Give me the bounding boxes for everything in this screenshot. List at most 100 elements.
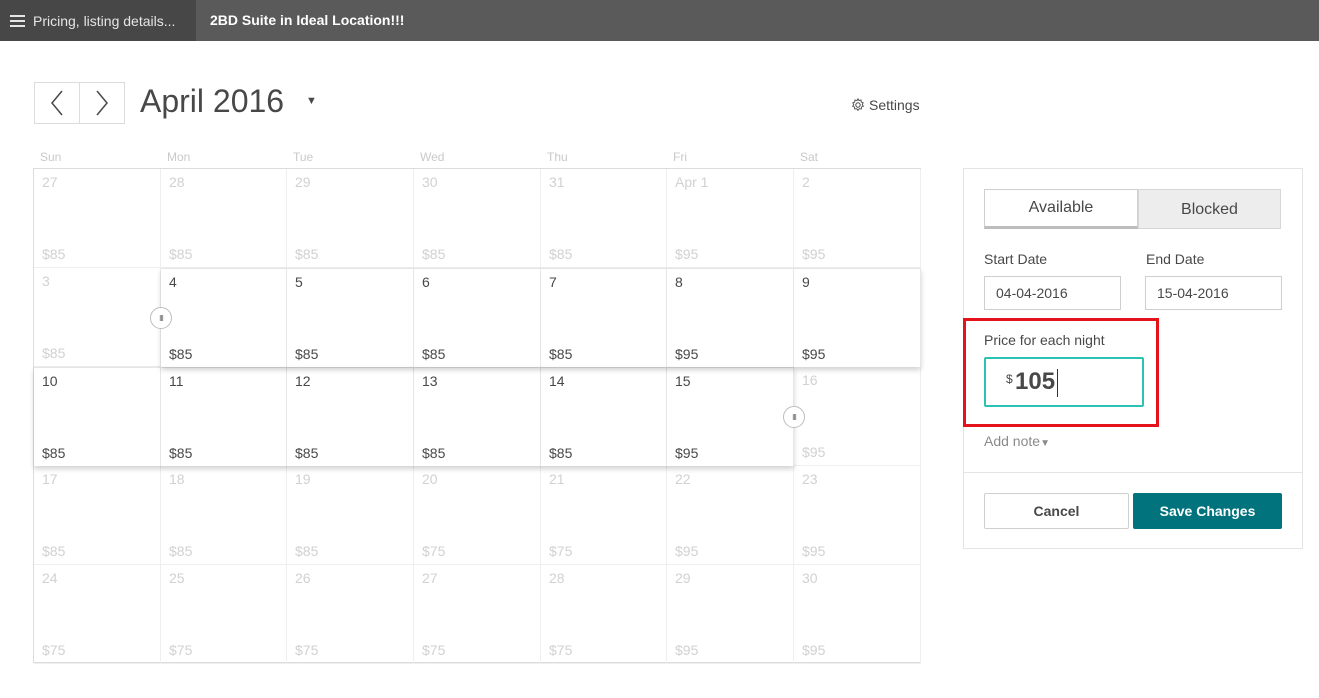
day-price: $75 bbox=[169, 642, 193, 658]
day-number: 11 bbox=[169, 373, 184, 389]
range-start-handle[interactable]: III bbox=[150, 307, 172, 329]
day-number: 8 bbox=[675, 274, 683, 290]
calendar-day[interactable]: 3 $85 bbox=[34, 268, 161, 367]
day-price: $85 bbox=[549, 346, 573, 362]
day-price: $85 bbox=[169, 445, 193, 461]
calendar-day[interactable]: 11 $85 bbox=[161, 367, 287, 466]
calendar-day[interactable]: 22 $95 bbox=[667, 466, 794, 565]
day-number: 6 bbox=[422, 274, 430, 290]
calendar-day[interactable]: 23 $95 bbox=[794, 466, 921, 565]
calendar-day[interactable]: 6 $85 bbox=[414, 268, 541, 367]
top-bar: Pricing, listing details... 2BD Suite in… bbox=[0, 0, 1319, 41]
calendar-day[interactable]: 17 $85 bbox=[34, 466, 161, 565]
caret-down-icon: ▼ bbox=[1040, 438, 1050, 449]
prev-month-button[interactable] bbox=[35, 83, 79, 123]
day-price: $95 bbox=[675, 543, 699, 559]
day-number: 28 bbox=[549, 570, 565, 586]
day-price: $95 bbox=[675, 642, 699, 658]
day-number: 17 bbox=[42, 471, 58, 487]
calendar-day[interactable]: 9 $95 bbox=[794, 268, 921, 367]
day-price: $95 bbox=[675, 445, 699, 461]
day-number: 19 bbox=[295, 471, 311, 487]
calendar-day[interactable]: 24 $75 bbox=[34, 565, 161, 664]
day-number: 3 bbox=[42, 273, 50, 289]
calendar-day[interactable]: Apr 1 $95 bbox=[667, 169, 794, 268]
settings-link[interactable]: Settings bbox=[851, 97, 920, 113]
start-date-input[interactable]: 04-04-2016 bbox=[984, 276, 1121, 310]
listing-title: 2BD Suite in Ideal Location!!! bbox=[210, 12, 405, 28]
day-price: $95 bbox=[675, 246, 699, 262]
day-number: 13 bbox=[422, 373, 438, 389]
day-number: 18 bbox=[169, 471, 185, 487]
cancel-button[interactable]: Cancel bbox=[984, 493, 1129, 529]
section-menu-button[interactable]: Pricing, listing details... bbox=[0, 0, 196, 41]
day-price: $95 bbox=[802, 543, 826, 559]
calendar-day[interactable]: 10 $85 bbox=[34, 367, 161, 466]
calendar-day[interactable]: 28 $75 bbox=[541, 565, 667, 664]
month-title: April 2016 bbox=[140, 83, 285, 119]
day-price: $75 bbox=[549, 543, 573, 559]
calendar-day[interactable]: 5 $85 bbox=[287, 268, 414, 367]
day-number: 5 bbox=[295, 274, 303, 290]
month-dropdown-icon[interactable]: ▼ bbox=[306, 95, 317, 107]
day-price: $95 bbox=[675, 346, 699, 362]
chevron-left-icon bbox=[51, 90, 63, 116]
day-price: $95 bbox=[802, 444, 826, 460]
day-price: $85 bbox=[42, 345, 66, 361]
calendar-day[interactable]: 25 $75 bbox=[161, 565, 287, 664]
calendar-day[interactable]: 27 $75 bbox=[414, 565, 541, 664]
calendar-day[interactable]: 18 $85 bbox=[161, 466, 287, 565]
day-price: $75 bbox=[422, 642, 446, 658]
calendar-day[interactable]: 12 $85 bbox=[287, 367, 414, 466]
available-tab[interactable]: Available bbox=[984, 189, 1138, 229]
price-value: 105 bbox=[1015, 368, 1056, 395]
gear-icon bbox=[851, 98, 865, 112]
calendar-day[interactable]: 8 $95 bbox=[667, 268, 794, 367]
calendar-day[interactable]: 19 $85 bbox=[287, 466, 414, 565]
calendar-day[interactable]: 13 $85 bbox=[414, 367, 541, 466]
next-month-button[interactable] bbox=[79, 83, 124, 123]
calendar-grid: 27 $85 28 $85 29 $85 30 $85 31 $85 Apr 1 $95 2 $95 3 $8… bbox=[33, 168, 921, 664]
calendar-day[interactable]: 4 $85 bbox=[161, 268, 287, 367]
add-note-link[interactable]: Add note▼ bbox=[984, 433, 1050, 449]
price-input[interactable]: $ 105 bbox=[984, 357, 1144, 407]
calendar-day[interactable]: 27 $85 bbox=[34, 169, 161, 268]
day-price: $85 bbox=[295, 246, 319, 262]
day-number: 30 bbox=[802, 570, 818, 586]
calendar-day[interactable]: 16 $95 bbox=[794, 367, 921, 466]
calendar-day[interactable]: 20 $75 bbox=[414, 466, 541, 565]
calendar-day[interactable]: 21 $75 bbox=[541, 466, 667, 565]
end-date-input[interactable]: 15-04-2016 bbox=[1145, 276, 1282, 310]
day-number: 2 bbox=[802, 174, 810, 190]
calendar-day[interactable]: 30 $95 bbox=[794, 565, 921, 664]
day-number: 30 bbox=[422, 174, 438, 190]
day-number: 9 bbox=[802, 274, 810, 290]
calendar-day[interactable]: 31 $85 bbox=[541, 169, 667, 268]
calendar-day[interactable]: 15 $95 bbox=[667, 367, 794, 466]
day-number: 21 bbox=[549, 471, 565, 487]
calendar-day[interactable]: 29 $85 bbox=[287, 169, 414, 268]
availability-toggle: Available Blocked bbox=[984, 189, 1281, 229]
save-changes-button[interactable]: Save Changes bbox=[1133, 493, 1282, 529]
calendar-day[interactable]: 26 $75 bbox=[287, 565, 414, 664]
blocked-tab[interactable]: Blocked bbox=[1138, 189, 1281, 229]
day-price: $95 bbox=[802, 346, 826, 362]
day-price: $85 bbox=[295, 346, 319, 362]
hamburger-icon bbox=[10, 14, 25, 27]
day-number: 24 bbox=[42, 570, 58, 586]
day-number: Apr 1 bbox=[675, 174, 709, 190]
weekday-fri: Fri bbox=[673, 150, 687, 164]
day-number: 27 bbox=[42, 174, 58, 190]
calendar-day[interactable]: 29 $95 bbox=[667, 565, 794, 664]
calendar-day[interactable]: 7 $85 bbox=[541, 268, 667, 367]
calendar-day[interactable]: 30 $85 bbox=[414, 169, 541, 268]
day-price: $95 bbox=[802, 246, 826, 262]
add-note-label: Add note bbox=[984, 433, 1041, 449]
weekday-sat: Sat bbox=[800, 150, 819, 164]
calendar-day[interactable]: 2 $95 bbox=[794, 169, 921, 268]
range-end-handle[interactable]: III bbox=[783, 406, 805, 428]
day-number: 25 bbox=[169, 570, 185, 586]
calendar-day[interactable]: 14 $85 bbox=[541, 367, 667, 466]
calendar-day[interactable]: 28 $85 bbox=[161, 169, 287, 268]
day-number: 29 bbox=[675, 570, 691, 586]
